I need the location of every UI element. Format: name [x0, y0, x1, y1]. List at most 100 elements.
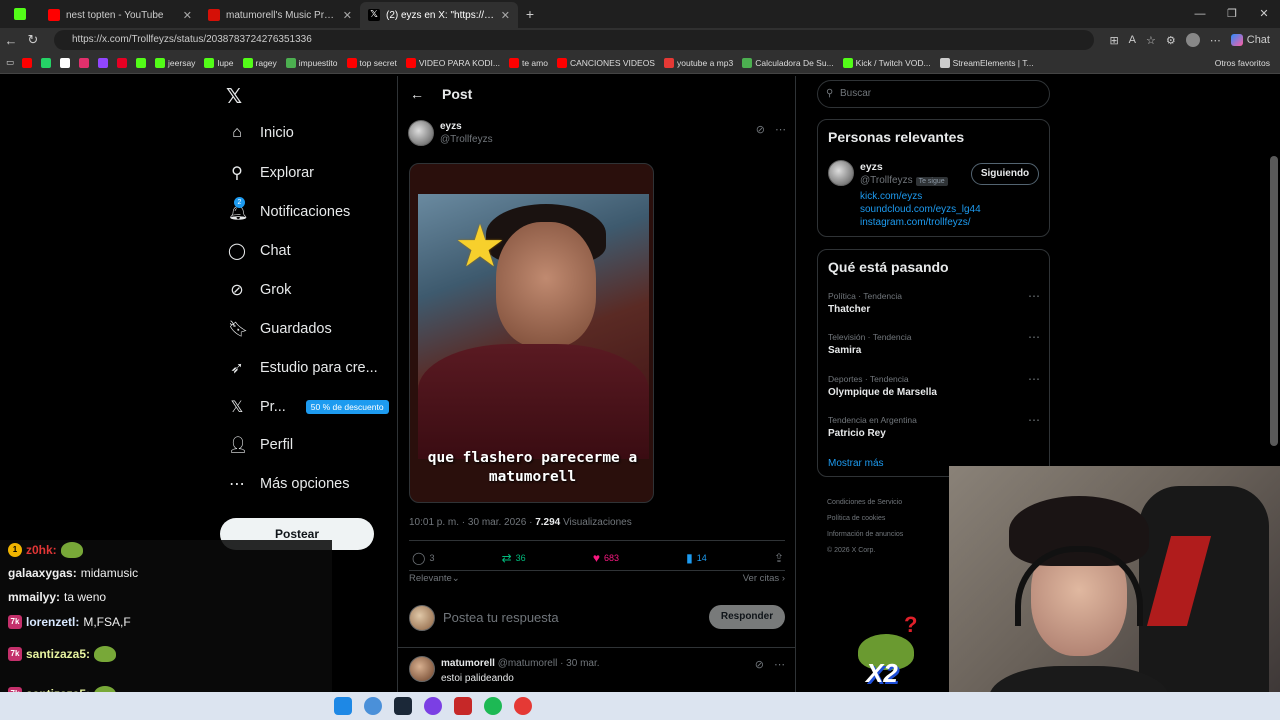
author-avatar[interactable] [408, 120, 434, 146]
view-quotes-link[interactable]: Ver citas › [743, 573, 785, 584]
other-bookmarks[interactable]: Otros favoritos [1215, 52, 1270, 74]
nav-item-notificaciones[interactable]: 🔔︎ 2 Notificaciones [228, 197, 350, 222]
close-tab-icon[interactable]: ✕ [183, 9, 192, 22]
bookmark-item[interactable]: Kick / Twitch VOD... [842, 57, 931, 68]
url-field[interactable]: https://x.com/Trollfeyzs/status/20387837… [54, 30, 1094, 50]
back-icon[interactable]: ← [0, 33, 22, 48]
share-action[interactable]: ⇪ [774, 550, 784, 566]
kick-tab-icon[interactable] [0, 0, 40, 28]
trend-item[interactable]: Deportes · Tendencia Olympique de Marsell… [828, 372, 1040, 398]
back-arrow-icon[interactable]: ← [410, 86, 424, 102]
app-icon[interactable]: ⊞ [1109, 34, 1118, 47]
more-options-icon[interactable]: ⋯ [1028, 372, 1040, 386]
minimize-icon[interactable]: — [1184, 0, 1216, 28]
profile-avatar-icon[interactable] [1185, 33, 1200, 47]
scrollbar-thumb[interactable] [1270, 156, 1278, 446]
reply-button[interactable]: Responder [709, 605, 785, 629]
bookmark-item[interactable]: StreamElements | T... [939, 57, 1034, 68]
copilot-chat-button[interactable]: Chat [1230, 34, 1270, 46]
nav-item-guardados[interactable]: 🔖︎ Guardados [228, 319, 332, 339]
close-tab-icon[interactable]: ✕ [343, 9, 352, 22]
footer-link[interactable]: Política de cookies [827, 511, 957, 527]
steam-icon[interactable] [394, 697, 412, 715]
post-image[interactable]: ★ que flashero parecerme a matumorell [409, 163, 654, 503]
reading-list-icon[interactable]: ▭ [6, 57, 14, 68]
more-options-icon[interactable]: ⋯ [1028, 289, 1040, 303]
tab-x-post[interactable]: 𝕏 (2) eyzs en X: "https://t.co/91gl0U ✕ [360, 2, 518, 28]
nav-item-inicio[interactable]: ⌂ Inicio [228, 124, 294, 142]
grok-icon[interactable]: ⊘ [756, 123, 765, 136]
maximize-icon[interactable]: ❐ [1216, 0, 1248, 28]
bookmark-item[interactable] [60, 57, 71, 68]
bookmark-item[interactable]: jeersay [155, 57, 195, 68]
reply-action[interactable]: ◯ 3 [412, 550, 434, 566]
nav-item-explorar[interactable]: ⚲ Explorar [228, 163, 314, 183]
nav-item-estudio-para-cre[interactable]: ➶ Estudio para cre... [228, 358, 377, 378]
more-options-icon[interactable]: ⋯ [774, 658, 785, 671]
nav-item-m-s-opciones[interactable]: ⋯ Más opciones [228, 474, 349, 494]
more-options-icon[interactable]: ⋯ [1028, 413, 1040, 427]
bookmark-item[interactable]: youtube a mp3 [663, 57, 733, 68]
reply-avatar[interactable] [409, 656, 435, 682]
bookmark-item[interactable] [136, 57, 147, 68]
footer-link[interactable]: Condiciones de Servicio [827, 495, 957, 511]
nav-item-perfil[interactable]: 👤︎ Perfil [228, 435, 293, 455]
close-window-icon[interactable]: ✕ [1248, 0, 1280, 28]
bookmark-item[interactable]: te amo [508, 57, 548, 68]
footer-link[interactable]: Información de anuncios [827, 527, 957, 543]
nav-item-pr[interactable]: 𝕏 Pr... 50 % de descuento [228, 397, 389, 417]
bio-link-kick[interactable]: kick.com/eyzs [860, 191, 922, 202]
person-name[interactable]: eyzs [860, 161, 883, 173]
read-aloud-icon[interactable]: A [1129, 34, 1136, 46]
following-button[interactable]: Siguiendo [971, 163, 1039, 185]
bookmark-item[interactable] [117, 57, 128, 68]
author-handle[interactable]: @Trollfeyzs [440, 134, 493, 145]
trend-item[interactable]: Política · Tendencia Thatcher ⋯ [828, 289, 1040, 315]
close-tab-icon[interactable]: ✕ [501, 9, 510, 22]
extensions-icon[interactable]: ⚙ [1166, 34, 1176, 47]
reply-author-name[interactable]: matumorell [441, 658, 495, 669]
spotify-icon[interactable] [484, 697, 502, 715]
bookmark-item[interactable]: impuestito [285, 57, 338, 68]
grok-icon[interactable]: ⊘ [755, 658, 764, 671]
bookmark-item[interactable]: ragey [242, 57, 277, 68]
reply-input[interactable]: Postea tu respuesta [443, 610, 559, 625]
bookmark-action[interactable]: ▮ 14 [686, 550, 707, 566]
voicemeeter-icon[interactable] [454, 697, 472, 715]
author-name[interactable]: eyzs [440, 121, 462, 132]
bookmark-item[interactable]: Calculadora De Su... [742, 57, 834, 68]
edge-browser-icon[interactable] [334, 697, 352, 715]
bookmark-item[interactable]: VIDEO PARA KODI... [405, 57, 500, 68]
more-options-icon[interactable]: ⋯ [775, 123, 786, 136]
bio-link-soundcloud[interactable]: soundcloud.com/eyzs_lg44 [860, 204, 981, 215]
tab-youtube[interactable]: nest topten - YouTube ✕ [40, 2, 200, 28]
like-action[interactable]: ♥ 683 [593, 550, 619, 566]
app-icon[interactable] [514, 697, 532, 715]
sort-dropdown[interactable]: Relevante⌄ [409, 573, 460, 584]
chrome-icon[interactable] [364, 697, 382, 715]
new-tab-button[interactable]: + [518, 6, 542, 22]
bookmark-item[interactable]: lupe [204, 57, 234, 68]
show-more-link[interactable]: Mostrar más [828, 458, 884, 469]
bookmark-item[interactable] [98, 57, 109, 68]
obs-icon[interactable] [424, 697, 442, 715]
trend-item[interactable]: Televisión · Tendencia Samira ⋯ [828, 330, 1040, 356]
nav-item-grok[interactable]: ⊘ Grok [228, 280, 291, 300]
bookmark-item[interactable] [79, 57, 90, 68]
post-timestamp[interactable]: 10:01 p. m. · 30 mar. 2026 · [409, 517, 535, 528]
bio-link-instagram[interactable]: instagram.com/trollfeyzs/ [860, 217, 971, 228]
repost-action[interactable]: ⇄ 36 [502, 550, 526, 566]
bookmark-item[interactable] [22, 57, 33, 68]
bookmark-item[interactable] [41, 57, 52, 68]
favorite-star-icon[interactable]: ☆ [1146, 34, 1156, 47]
tab-lastfm[interactable]: matumorell's Music Profile | Last.fm ✕ [200, 2, 360, 28]
menu-dots-icon[interactable]: ⋯ [1210, 34, 1221, 47]
person-avatar[interactable] [828, 160, 854, 186]
trend-item[interactable]: Tendencia en Argentina Patricio Rey ⋯ [828, 413, 1040, 439]
search-input[interactable]: ⚲ Buscar [817, 80, 1050, 108]
more-options-icon[interactable]: ⋯ [1028, 330, 1040, 344]
nav-item-chat[interactable]: ◯ Chat [228, 241, 291, 261]
bookmark-item[interactable]: top secret [346, 57, 397, 68]
bookmark-item[interactable]: CANCIONES VIDEOS [556, 57, 655, 68]
reload-icon[interactable]: ↻ [22, 32, 44, 48]
